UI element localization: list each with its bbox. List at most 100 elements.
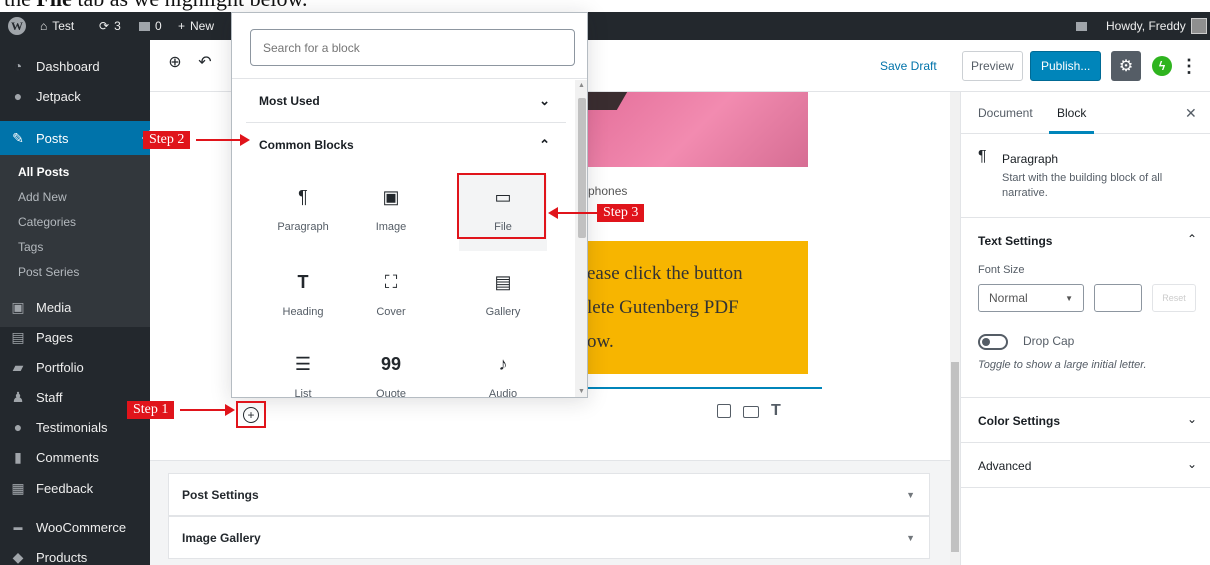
sidebar-item-dashboard[interactable]: ◔ Dashboard <box>0 51 150 81</box>
plus-icon: + <box>178 19 186 33</box>
step-1-callout: Step 1 <box>127 401 175 419</box>
comments-icon: ▮ <box>14 448 22 465</box>
step-2-arrowhead <box>240 134 250 146</box>
highlighted-paragraph[interactable]: ease click the button lete Gutenberg PDF… <box>587 241 808 374</box>
site-name-link[interactable]: ⌂ Test <box>40 12 74 40</box>
post-image[interactable] <box>576 92 808 167</box>
most-used-panel-toggle[interactable]: Most Used ⌄ <box>246 80 566 123</box>
settings-tabs: Document Block ✕ <box>961 92 1210 134</box>
undo-button[interactable]: ↶ <box>194 51 216 73</box>
comment-bubble-icon <box>139 21 150 31</box>
scroll-up-icon[interactable]: ▲ <box>578 82 585 89</box>
notes-icon <box>1076 21 1087 31</box>
tab-block[interactable]: Block <box>1049 92 1095 134</box>
quote-icon: 99 <box>380 354 402 374</box>
comments-link[interactable]: 0 <box>139 12 162 40</box>
scroll-down-icon[interactable]: ▼ <box>578 388 585 395</box>
publish-button[interactable]: Publish... <box>1030 51 1102 81</box>
block-paragraph[interactable]: ¶ Paragraph <box>259 175 347 251</box>
inline-add-block-button[interactable]: + <box>243 407 259 423</box>
image-gallery-panel[interactable]: Image Gallery ▼ <box>168 516 930 559</box>
sidebar-sub-add-new[interactable]: Add New <box>0 184 150 209</box>
advanced-panel[interactable]: Advanced ⌄ <box>961 443 1210 488</box>
portfolio-icon: ▰ <box>12 358 24 375</box>
step-3-callout: Step 3 <box>597 204 645 222</box>
gear-icon: ⚙ <box>1118 58 1134 75</box>
sidebar-sub-all-posts[interactable]: All Posts <box>0 159 150 184</box>
color-settings-panel[interactable]: Color Settings ⌄ <box>961 398 1210 443</box>
block-quote[interactable]: 99 Quote <box>347 342 435 397</box>
post-settings-panel[interactable]: Post Settings ▼ <box>168 473 930 516</box>
account-menu[interactable]: Howdy, Freddy <box>1106 12 1207 40</box>
block-heading[interactable]: T Heading <box>259 260 347 336</box>
sidebar-item-woocommerce[interactable]: ▬ WooCommerce <box>0 512 150 542</box>
font-size-select[interactable]: Normal ▼ <box>978 284 1084 312</box>
text-settings-title[interactable]: Text Settings <box>978 234 1052 248</box>
block-cover[interactable]: ⛶ Cover <box>347 260 435 336</box>
color-settings-title: Color Settings <box>978 414 1061 428</box>
new-content-link[interactable]: + New <box>178 12 214 40</box>
sidebar-sub-tags[interactable]: Tags <box>0 234 150 259</box>
sidebar-item-pages[interactable]: ▤ Pages <box>0 322 150 352</box>
sidebar-sub-post-series[interactable]: Post Series <box>0 259 150 284</box>
inserter-scrollbar[interactable]: ▲ ▼ <box>575 80 587 397</box>
block-image[interactable]: ▣ Image <box>347 175 435 251</box>
plus-icon: + <box>247 408 255 422</box>
sidebar-item-feedback[interactable]: ▦ Feedback <box>0 473 150 503</box>
add-block-button[interactable]: ⊕ <box>164 51 186 73</box>
canvas-scrollbar[interactable] <box>950 92 960 565</box>
sidebar-item-comments[interactable]: ▮ Comments <box>0 442 150 472</box>
updates-link[interactable]: ⟳ 3 <box>99 12 121 40</box>
heading-icon: T <box>297 272 309 292</box>
close-sidebar-button[interactable]: ✕ <box>1185 92 1197 134</box>
common-blocks-panel-toggle[interactable]: Common Blocks ⌃ <box>246 123 566 166</box>
settings-button[interactable]: ⚙ <box>1111 51 1141 81</box>
more-menu-button[interactable]: ⋮ <box>1180 51 1198 81</box>
drop-cap-help: Toggle to show a large initial letter. <box>978 359 1147 371</box>
sidebar-item-media[interactable]: ▣ Media <box>0 292 150 322</box>
sidebar-item-portfolio[interactable]: ▰ Portfolio <box>0 352 150 382</box>
folder-icon[interactable] <box>743 406 759 418</box>
inserter-block-list: Most Used ⌄ Common Blocks ⌃ ¶ Paragraph ▣ Im… <box>232 80 575 397</box>
block-search-input[interactable]: Search for a block <box>250 29 575 66</box>
paragraph-icon: ¶ <box>298 187 308 207</box>
meta-boxes-area: Post Settings ▼ Image Gallery ▼ <box>150 460 950 565</box>
block-separator <box>587 387 822 389</box>
drop-cap-toggle[interactable] <box>978 334 1008 350</box>
woo-icon: ▬ <box>13 522 23 532</box>
tab-document[interactable]: Document <box>978 92 1033 134</box>
scroll-thumb[interactable] <box>578 98 586 238</box>
chevron-up-icon[interactable]: ⌃ <box>1187 232 1197 246</box>
cover-icon: ⛶ <box>384 272 398 292</box>
triangle-down-icon: ▼ <box>906 532 915 543</box>
block-list[interactable]: ☰ List <box>259 342 347 397</box>
block-audio[interactable]: ♪ Audio <box>459 342 547 397</box>
wp-logo-button[interactable]: W <box>8 12 26 40</box>
block-description: narrative. <box>1002 187 1048 199</box>
chevron-down-icon: ⌄ <box>1186 412 1197 426</box>
preview-button[interactable]: Preview <box>962 51 1023 81</box>
paragraph-icon: ¶ <box>978 148 987 165</box>
step-2-callout: Step 2 <box>143 131 191 149</box>
step-2-arrow <box>196 139 240 141</box>
list-icon: ☰ <box>294 354 312 374</box>
products-icon: ◆ <box>12 548 24 565</box>
reset-button[interactable]: Reset <box>1152 284 1196 312</box>
jetpack-button[interactable]: ϟ <box>1152 56 1172 76</box>
sidebar-item-posts[interactable]: ✎ Posts <box>0 121 150 155</box>
sidebar-sub-categories[interactable]: Categories <box>0 209 150 234</box>
sidebar-item-jetpack[interactable]: ● Jetpack <box>0 81 150 111</box>
block-gallery[interactable]: ▤ Gallery <box>459 260 547 336</box>
undo-icon: ↶ <box>198 54 212 71</box>
inserter-search-area: Search for a block <box>232 13 587 79</box>
image-icon[interactable] <box>717 404 731 418</box>
custom-font-size-input[interactable] <box>1094 284 1142 312</box>
pages-icon: ▤ <box>11 328 25 345</box>
chevron-up-icon: ⌃ <box>539 136 550 152</box>
heading-icon[interactable]: T <box>771 402 781 420</box>
save-draft-button[interactable]: Save Draft <box>880 51 937 81</box>
notification-icon[interactable] <box>1076 12 1087 40</box>
image-caption[interactable]: phones <box>588 184 627 198</box>
sidebar-item-products[interactable]: ◆ Products <box>0 542 150 565</box>
advanced-title: Advanced <box>978 459 1032 473</box>
